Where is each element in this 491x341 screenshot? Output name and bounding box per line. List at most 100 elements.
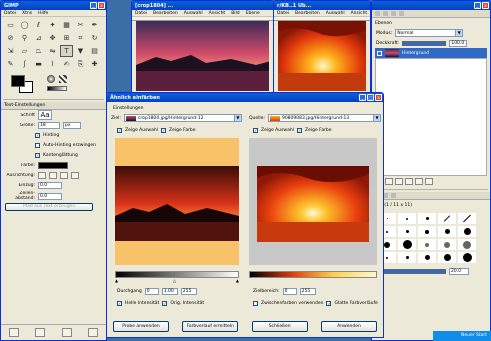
lower-layer-icon[interactable] [395,178,403,185]
spacing-slider[interactable] [376,268,446,274]
save-options-icon[interactable] [9,328,20,337]
close-button[interactable]: × [98,2,105,9]
get-sample-button[interactable]: Farbverlauf ermitteln [182,321,239,332]
source-range-gradient[interactable] [249,271,377,278]
eraser-tool-icon[interactable]: ▬ [32,58,45,70]
image2-menu-view[interactable]: Ansicht [351,11,368,16]
source-show-selection-checkbox[interactable]: ✓ [253,127,258,133]
gradients-tab-icon[interactable] [391,193,396,198]
dialog-maximize-button[interactable]: □ [367,94,374,101]
apply-sample-button[interactable]: Probe anwenden [113,321,169,332]
blend-tool-icon[interactable]: ▤ [88,45,101,57]
restore-options-icon[interactable] [35,328,46,337]
pencil-tool-icon[interactable]: ✎ [4,58,17,70]
paths-tool-icon[interactable]: ✒ [88,19,101,31]
layer-row[interactable]: Hintergrund [375,48,487,58]
image2-canvas[interactable] [278,21,366,91]
align-tool-icon[interactable]: ⊞ [60,32,73,44]
dialog-close-icon[interactable]: × [375,94,382,101]
gradient-indicator-icon[interactable] [47,86,67,91]
free-select-tool-icon[interactable]: ℓ [32,19,45,31]
brush-item[interactable] [398,213,416,224]
apply-button[interactable]: Anwenden [320,321,377,332]
image1-menu-layer[interactable]: Ebene [246,11,260,16]
image2-menu-select[interactable]: Auswahl [326,11,345,16]
image1-menu-image[interactable]: Bild [231,11,239,16]
text-tool-icon[interactable]: T [60,45,73,57]
brush-item[interactable] [458,252,476,263]
brush-item[interactable] [458,213,476,224]
target-show-color-checkbox[interactable]: ✓ [160,127,166,133]
zoom-tool-icon[interactable]: ⚲ [18,32,31,44]
spacing-input[interactable]: 20.0 [449,267,469,275]
handle-icon[interactable]: ▲ [236,278,239,283]
image2-titlebar[interactable]: r/KB..1 Ub... [274,1,370,10]
image1-menu-view[interactable]: Ansicht [209,11,226,16]
image1-menu-file[interactable]: Datei [135,11,147,16]
size-input[interactable]: 18 [38,121,60,129]
delete-options-icon[interactable] [61,328,72,337]
menu-file[interactable]: Datei [4,11,16,16]
subcolors-checkbox[interactable] [253,300,258,306]
color-select-tool-icon[interactable]: ▦ [60,19,73,31]
line-spacing-input[interactable]: 0.0 [38,192,62,200]
brush-item[interactable] [438,239,456,250]
menu-xtns[interactable]: Xtns [22,11,32,16]
rect-select-tool-icon[interactable]: ▭ [4,19,17,31]
tool-options-tab[interactable]: Text-Einstellungen [1,102,106,110]
toolbox-titlebar[interactable]: GIMP _ × [1,1,106,10]
paintbrush-tool-icon[interactable]: ʃ [18,58,31,70]
brush-item[interactable] [458,239,476,250]
bucket-fill-tool-icon[interactable]: ▼ [74,45,87,57]
raise-layer-icon[interactable] [385,178,393,185]
target-select[interactable]: crop1804.jpg/Hintergrund-12 ▼ [123,114,242,122]
brush-item[interactable] [398,252,416,263]
image2-menu-file[interactable]: Datei [277,11,289,16]
color-picker-tool-icon[interactable]: ⊘ [4,32,17,44]
rotate-tool-icon[interactable]: ↻ [88,32,101,44]
scale-tool-icon[interactable]: ⇲ [4,45,17,57]
path-from-text-button[interactable]: Pfad aus Text erzeugen [5,203,93,211]
perspective-tool-icon[interactable]: ⏢ [32,45,45,57]
brush-item[interactable] [418,226,436,237]
original-intensity-checkbox[interactable]: ✓ [162,300,168,306]
source-high-input[interactable]: 255 [299,287,316,295]
pattern-indicator-icon[interactable] [59,75,67,83]
taskbar-tray[interactable]: Neuer Start [433,331,491,341]
brush-item[interactable] [398,239,416,250]
shear-tool-icon[interactable]: ▱ [18,45,31,57]
source-select[interactable]: 90809083.jpg/Hintergrund-13 ▼ [267,114,381,122]
clone-tool-icon[interactable]: ⎘ [74,58,87,70]
text-color-button[interactable] [38,161,68,169]
brush-item[interactable] [438,213,456,224]
handle-icon[interactable]: △ [173,278,176,283]
eye-icon[interactable] [377,50,382,56]
brush-item[interactable] [398,226,416,237]
target-levels-handles[interactable]: ▲ △ ▲ [115,278,239,283]
foreground-color-swatch[interactable] [11,75,25,87]
justify-right-icon[interactable] [49,171,57,179]
autohint-checkbox[interactable] [35,142,40,148]
flip-tool-icon[interactable]: ⇋ [46,45,59,57]
measure-tool-icon[interactable]: ⊿ [32,32,45,44]
image1-menu-edit[interactable]: Bearbeiten [153,11,178,16]
anchor-layer-icon[interactable] [415,178,423,185]
dock-titlebar[interactable]: _ × [372,1,490,10]
opacity-slider[interactable] [402,40,447,46]
brush-item[interactable] [418,252,436,263]
hinting-checkbox[interactable]: ✓ [35,132,40,138]
ellipse-select-tool-icon[interactable]: ◯ [18,19,31,31]
layers-tab-icon[interactable] [375,11,380,16]
paths-tab-icon[interactable] [391,11,396,16]
dock-close-button[interactable]: × [482,2,489,9]
dock-minimize-button[interactable]: _ [474,2,481,9]
brush-item[interactable] [458,226,476,237]
heal-tool-icon[interactable]: ✚ [88,58,101,70]
handle-icon[interactable]: ▲ [115,278,118,283]
dialog-titlebar[interactable]: Ähnlich einfärben _ □ × [107,93,383,102]
justify-left-icon[interactable] [38,171,46,179]
target-low-input[interactable]: 0 [144,287,159,295]
target-show-selection-checkbox[interactable]: ✓ [117,127,122,133]
close-button[interactable]: Schließen [251,321,308,332]
indent-input[interactable]: 0.0 [38,181,62,189]
